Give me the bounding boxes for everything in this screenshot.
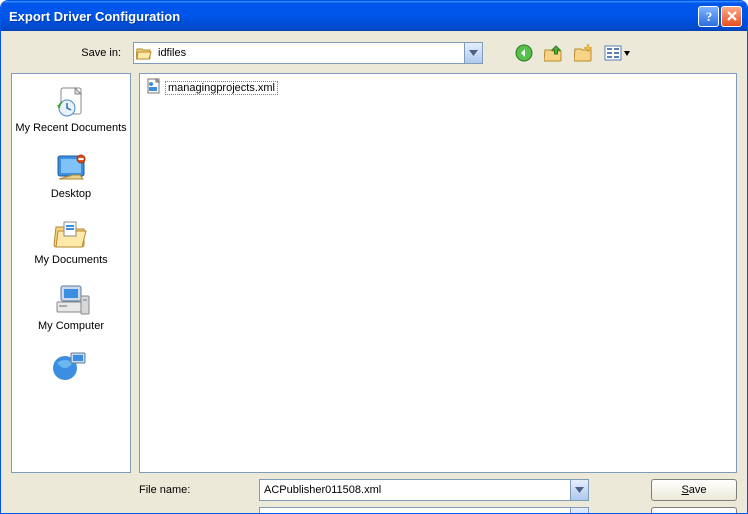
filename-label: File name: <box>139 484 249 496</box>
filename-row: File name: ACPublisher011508.xml Save <box>139 479 737 501</box>
xml-file-icon <box>146 78 162 97</box>
places-bar: My Recent Documents Desktop <box>11 73 131 473</box>
export-dialog: Export Driver Configuration ? Save in: i… <box>0 0 748 514</box>
filename-dropdown-arrow[interactable] <box>570 480 588 500</box>
save-button[interactable]: Save <box>651 479 737 501</box>
new-folder-icon[interactable] <box>573 42 595 64</box>
place-mycomputer-label: My Computer <box>38 320 104 332</box>
nav-toolbar <box>513 42 633 64</box>
close-button[interactable] <box>721 6 742 27</box>
window-title: Export Driver Configuration <box>9 9 698 24</box>
file-list-pane[interactable]: managingprojects.xml <box>139 73 737 473</box>
place-recent-documents[interactable]: My Recent Documents <box>12 78 130 144</box>
file-name-label: managingprojects.xml <box>165 81 278 95</box>
filename-combo[interactable]: ACPublisher011508.xml <box>259 479 589 501</box>
views-menu-icon[interactable] <box>603 42 633 64</box>
titlebar-buttons: ? <box>698 6 742 27</box>
place-desktop-label: Desktop <box>51 188 91 200</box>
help-button[interactable]: ? <box>698 6 719 27</box>
up-one-level-icon[interactable] <box>543 42 565 64</box>
svg-text:?: ? <box>705 9 712 23</box>
my-documents-icon <box>51 216 91 252</box>
save-in-value: idfiles <box>154 47 464 59</box>
save-rest: ave <box>689 484 707 496</box>
place-mydocs-label: My Documents <box>34 254 107 266</box>
place-my-documents[interactable]: My Documents <box>12 210 130 276</box>
bottom-controls: File name: ACPublisher011508.xml Save Sa… <box>139 479 737 514</box>
cancel-button[interactable]: Cancel <box>651 507 737 514</box>
file-item[interactable]: managingprojects.xml <box>144 78 280 97</box>
dialog-body: Save in: idfiles <box>1 31 747 513</box>
recent-documents-icon <box>51 84 91 120</box>
save-mnemonic: S <box>681 484 688 496</box>
save-in-combo[interactable]: idfiles <box>133 42 483 64</box>
saveastype-dropdown-arrow[interactable] <box>570 508 588 514</box>
desktop-icon <box>51 150 91 186</box>
back-icon[interactable] <box>513 42 535 64</box>
save-in-label: Save in: <box>11 47 127 59</box>
saveastype-combo[interactable]: *.xml <box>259 507 589 514</box>
place-my-network[interactable] <box>12 342 130 394</box>
filename-value[interactable]: ACPublisher011508.xml <box>260 484 570 496</box>
save-in-row: Save in: idfiles <box>11 39 737 67</box>
my-network-icon <box>51 348 91 384</box>
titlebar: Export Driver Configuration ? <box>1 1 747 31</box>
place-recent-label: My Recent Documents <box>15 122 126 134</box>
main-area: My Recent Documents Desktop <box>11 73 737 473</box>
folder-open-icon <box>134 46 154 60</box>
place-desktop[interactable]: Desktop <box>12 144 130 210</box>
my-computer-icon <box>51 282 91 318</box>
saveastype-row: Save as type: *.xml Cancel <box>139 507 737 514</box>
save-in-dropdown-arrow[interactable] <box>464 43 482 63</box>
place-my-computer[interactable]: My Computer <box>12 276 130 342</box>
